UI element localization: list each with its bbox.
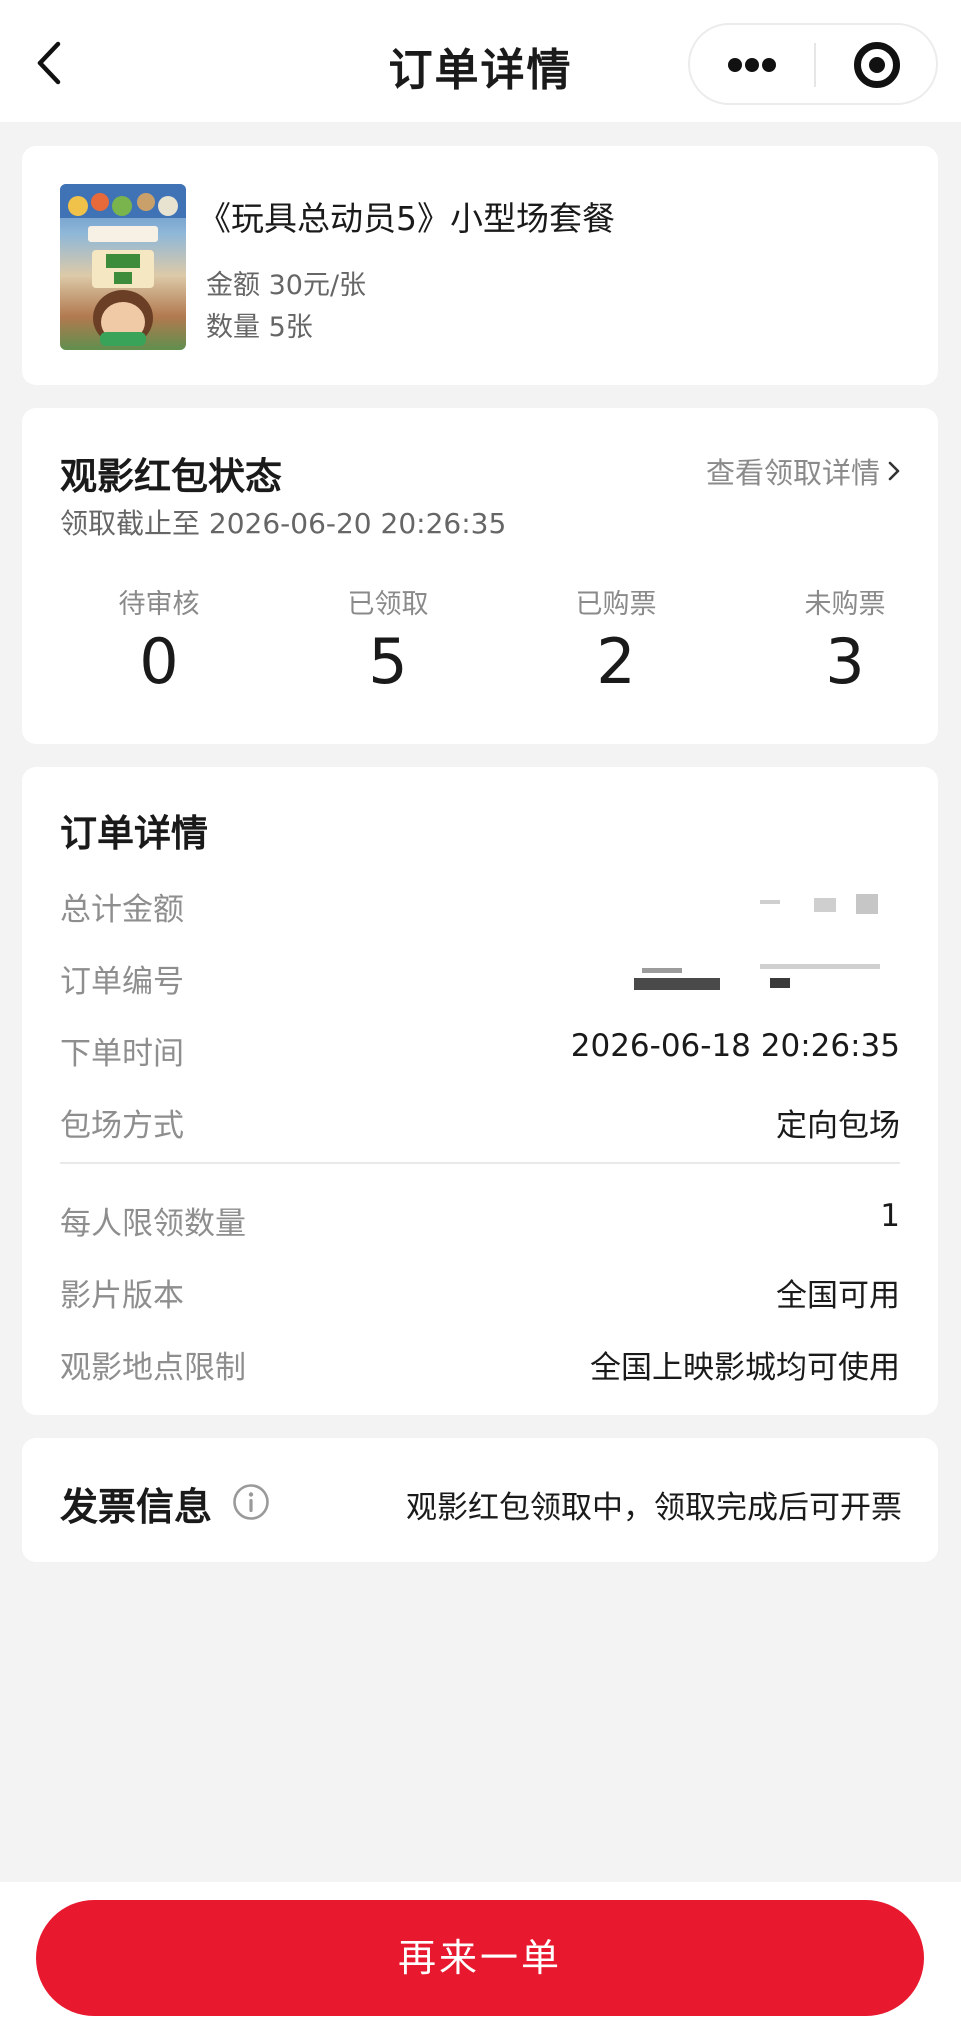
detail-row-order-time: 下单时间 2026-06-18 20:26:35 <box>60 1028 900 1072</box>
stat-pending-review: 待审核 0 <box>59 582 259 693</box>
link-label: 查看领取详情 <box>705 456 880 490</box>
stat-value: 3 <box>825 625 865 698</box>
row-value: 1 <box>880 1198 900 1234</box>
claim-deadline: 领取截止至 2026-06-20 20:26:35 <box>60 507 507 540</box>
redacted-value <box>610 884 900 924</box>
product-card[interactable]: 《玩具总动员5》小型场套餐 金额 30元/张 数量 5张 <box>22 146 938 385</box>
detail-row-order-number: 订单编号 <box>60 956 900 1000</box>
detail-row-film-version: 影片版本 全国可用 <box>60 1270 900 1314</box>
stat-value: 2 <box>596 625 636 698</box>
row-label: 每人限领数量 <box>60 1206 246 1242</box>
more-button[interactable] <box>690 25 814 103</box>
stat-not-purchased: 未购票 3 <box>745 582 945 693</box>
redacted-value <box>610 956 900 996</box>
invoice-card: 发票信息 观影红包领取中，领取完成后可开票 <box>22 1438 938 1562</box>
bottom-action-bar: 再来一单 <box>0 1882 961 2034</box>
nav-bar: 订单详情 <box>0 0 961 122</box>
movie-poster <box>60 184 186 350</box>
stat-label: 待审核 <box>118 589 200 620</box>
detail-row-location-limit: 观影地点限制 全国上映影城均可使用 <box>60 1342 900 1386</box>
row-label: 观影地点限制 <box>60 1350 246 1386</box>
stat-label: 未购票 <box>804 589 886 620</box>
more-dots-icon <box>728 58 742 72</box>
row-value: 定向包场 <box>776 1108 900 1144</box>
order-detail-card: 订单详情 总计金额 订单编号 下单时间 2026-06-18 20:26:35 … <box>22 767 938 1415</box>
row-value: 全国上映影城均可使用 <box>590 1350 900 1386</box>
product-quantity: 数量 5张 <box>206 312 313 343</box>
row-value: 全国可用 <box>776 1278 900 1314</box>
red-packet-status-card: 观影红包状态 查看领取详情 领取截止至 2026-06-20 20:26:35 … <box>22 408 938 744</box>
chevron-right-icon <box>888 461 900 481</box>
stat-claimed: 已领取 5 <box>288 582 488 693</box>
row-label: 影片版本 <box>60 1278 184 1314</box>
row-label: 订单编号 <box>60 964 184 1000</box>
info-icon[interactable] <box>232 1483 270 1521</box>
row-label: 包场方式 <box>60 1108 184 1144</box>
product-name: 《玩具总动员5》小型场套餐 <box>198 199 615 238</box>
reorder-button[interactable]: 再来一单 <box>36 1900 924 2016</box>
stat-label: 已领取 <box>347 589 429 620</box>
invoice-status: 观影红包领取中，领取完成后可开票 <box>406 1490 902 1526</box>
stat-value: 0 <box>139 625 179 698</box>
detail-row-booking-type: 包场方式 定向包场 <box>60 1100 900 1144</box>
stat-value: 5 <box>368 625 408 698</box>
detail-row-total-amount: 总计金额 <box>60 884 900 928</box>
section-title: 发票信息 <box>60 1485 213 1529</box>
row-value: 2026-06-18 20:26:35 <box>570 1028 900 1064</box>
close-mini-program-button[interactable] <box>816 25 938 103</box>
mini-program-capsule <box>688 23 938 105</box>
stat-label: 已购票 <box>575 589 657 620</box>
view-claim-details-link[interactable]: 查看领取详情 <box>706 450 902 492</box>
product-amount: 金额 30元/张 <box>206 270 367 301</box>
divider <box>60 1162 900 1164</box>
row-label: 总计金额 <box>60 892 184 928</box>
row-label: 下单时间 <box>60 1036 184 1072</box>
section-title: 订单详情 <box>60 812 208 855</box>
section-title: 观影红包状态 <box>60 455 282 498</box>
detail-row-per-person-limit: 每人限领数量 1 <box>60 1198 900 1242</box>
stat-ticket-purchased: 已购票 2 <box>516 582 716 693</box>
